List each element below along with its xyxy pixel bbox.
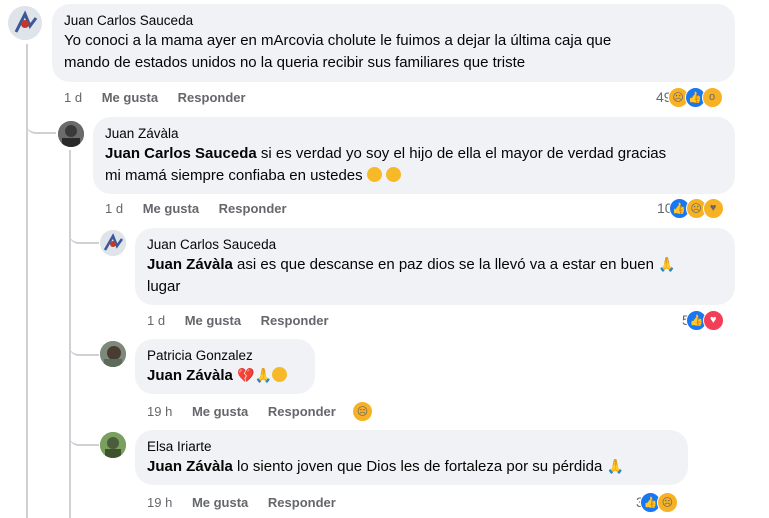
comment-time[interactable]: 1 d — [147, 313, 165, 328]
comment-author[interactable]: Elsa Iriarte — [147, 438, 676, 456]
reply-button[interactable]: Responder — [261, 313, 329, 328]
comment-time[interactable]: 1 d — [64, 90, 82, 105]
reaction-summary[interactable]: 10 👍 ☹ ♥ — [657, 197, 724, 219]
pray-emoji: 🙏 — [658, 257, 676, 273]
comment-text-line: Juan Carlos Sauceda si es verdad yo soy … — [105, 145, 667, 162]
reaction-summary[interactable]: ☹ — [350, 400, 373, 422]
comment-text-line: Juan Závàla asi es que descanse en paz d… — [147, 256, 676, 273]
like-button[interactable]: Me gusta — [192, 495, 248, 510]
comment-text-line: mi mamá siempre confiaba en ustedes — [105, 165, 723, 187]
comment-actions: 1 d Me gusta Responder — [105, 200, 303, 218]
comment-author[interactable]: Patricia Gonzalez — [147, 347, 303, 365]
comment-author[interactable]: Juan Carlos Sauceda — [64, 12, 723, 30]
comment-author[interactable]: Juan Závàla — [105, 125, 723, 143]
wow-icon: o — [701, 86, 723, 108]
comment-text-line: Juan Závàla lo siento joven que Dios les… — [147, 458, 624, 475]
thread-connector — [69, 220, 99, 244]
thread-connector — [69, 424, 99, 446]
like-button[interactable]: Me gusta — [185, 313, 241, 328]
pray-emoji: 🙏 — [254, 368, 272, 384]
avatar[interactable] — [58, 121, 84, 147]
comment-time[interactable]: 19 h — [147, 495, 172, 510]
avatar-image — [58, 121, 84, 147]
crying-face-emoji — [385, 167, 401, 182]
comment-text-line: lugar — [147, 278, 181, 295]
pray-emoji: 🙏 — [606, 459, 624, 475]
avatar-image — [100, 432, 126, 458]
care-icon: ♥ — [702, 197, 724, 219]
comment-bubble: Juan Závàla Juan Carlos Sauceda si es ve… — [93, 117, 735, 194]
reply-button[interactable]: Responder — [178, 90, 246, 105]
avatar-image — [8, 6, 42, 40]
comment-time[interactable]: 19 h — [147, 404, 172, 419]
comment-text-line: Yo conoci a la mama ayer en mArcovia cho… — [64, 32, 612, 49]
comment-bubble: Juan Carlos Sauceda Yo conoci a la mama … — [52, 4, 735, 82]
avatar-image — [100, 230, 126, 256]
like-button[interactable]: Me gusta — [143, 201, 199, 216]
like-button[interactable]: Me gusta — [192, 404, 248, 419]
comment-text-line: Juan Závàla 💔🙏 — [147, 365, 303, 387]
comment-actions: 19 h Me gusta Responder — [147, 403, 352, 421]
reply-button[interactable]: Responder — [268, 404, 336, 419]
comment-text-line: mando de estados unidos no la queria rec… — [64, 54, 526, 71]
comment-actions: 1 d Me gusta Responder — [147, 312, 345, 330]
sad-icon: ☹ — [352, 400, 373, 422]
mention-link[interactable]: Juan Závàla — [147, 256, 233, 273]
comment-actions: 19 h Me gusta Responder — [147, 494, 352, 512]
pleading-face-emoji — [366, 167, 382, 182]
reply-button[interactable]: Responder — [268, 495, 336, 510]
thread-connector — [69, 334, 99, 356]
comment-bubble: Juan Carlos Sauceda Juan Závàla asi es q… — [135, 228, 735, 305]
avatar-image — [100, 341, 126, 367]
avatar[interactable] — [100, 341, 126, 367]
comment-author[interactable]: Juan Carlos Sauceda — [147, 236, 723, 254]
thread-connector — [26, 108, 56, 134]
broken-heart-emoji: 💔 — [237, 368, 255, 384]
avatar[interactable] — [8, 6, 42, 40]
reaction-summary[interactable]: 49 ☹ 👍 o — [656, 86, 723, 108]
avatar[interactable] — [100, 230, 126, 256]
reaction-summary[interactable]: 3 👍 ☹ — [636, 491, 678, 513]
reply-button[interactable]: Responder — [219, 201, 287, 216]
love-icon: ♥ — [702, 309, 724, 331]
like-button[interactable]: Me gusta — [102, 90, 158, 105]
comment-bubble: Patricia Gonzalez Juan Závàla 💔🙏 — [135, 339, 315, 394]
sad-icon: ☹ — [656, 491, 678, 513]
comment-actions: 1 d Me gusta Responder — [64, 89, 262, 107]
comment-bubble: Elsa Iriarte Juan Závàla lo siento joven… — [135, 430, 688, 485]
pensive-emoji — [271, 367, 287, 382]
reaction-summary[interactable]: 5 👍 ♥ — [682, 309, 724, 331]
mention-link[interactable]: Juan Carlos Sauceda — [105, 145, 257, 162]
comment-time[interactable]: 1 d — [105, 201, 123, 216]
mention-link[interactable]: Juan Závàla — [147, 458, 233, 475]
avatar[interactable] — [100, 432, 126, 458]
mention-link[interactable]: Juan Závàla — [147, 367, 233, 384]
